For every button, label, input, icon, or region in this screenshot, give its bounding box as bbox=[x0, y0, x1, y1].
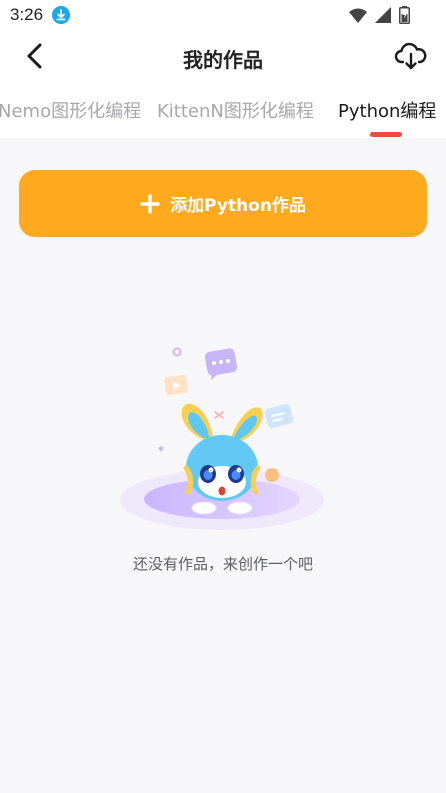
tab-kitten[interactable]: KittenN图形化编程 bbox=[157, 97, 314, 123]
plus-icon bbox=[140, 193, 160, 214]
tab-python[interactable]: Python编程 bbox=[338, 97, 436, 123]
cloud-download-button[interactable] bbox=[394, 39, 428, 73]
status-bar: 3:26 bbox=[0, 0, 446, 30]
tab-indicator bbox=[370, 132, 402, 137]
status-time: 3:26 bbox=[10, 5, 44, 24]
tab-nemo[interactable]: Nemo图形化编程 bbox=[0, 97, 141, 123]
page-title: 我的作品 bbox=[183, 48, 263, 72]
download-icon bbox=[52, 6, 70, 24]
wifi-icon bbox=[349, 8, 367, 27]
add-python-work-button[interactable]: 添加Python作品 bbox=[19, 170, 427, 237]
empty-state-illustration bbox=[112, 336, 332, 536]
empty-state-message: 还没有作品，来创作一个吧 bbox=[132, 555, 313, 573]
battery-icon bbox=[399, 6, 410, 28]
cloud-download-icon bbox=[394, 42, 427, 70]
category-tabs: Nemo图形化编程 KittenN图形化编程 Python编程 bbox=[0, 82, 446, 138]
add-button-label: 添加Python作品 bbox=[170, 196, 306, 216]
signal-icon bbox=[375, 7, 391, 27]
app-bar: 我的作品 bbox=[0, 30, 446, 82]
